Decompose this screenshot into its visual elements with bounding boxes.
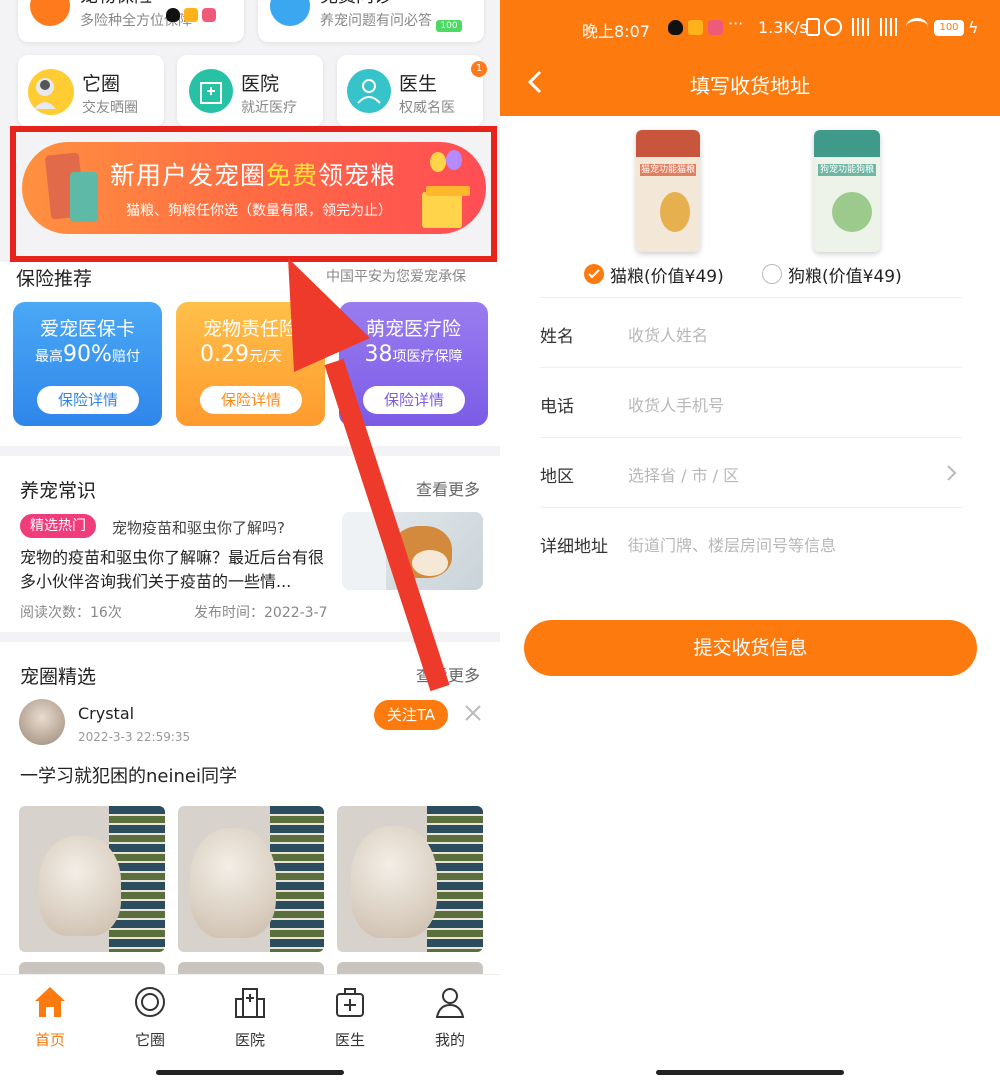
- more-dots-icon: ···: [728, 14, 744, 33]
- chevron-right-icon: [944, 464, 958, 482]
- page-title: 填写收货地址: [690, 74, 810, 98]
- right-screen: 晚上8:07 ··· 1.3K/s 100 ϟ 填写收货地址 猫宠功能猫粮 狗宠…: [500, 0, 1000, 1083]
- battery-icon: 100: [934, 20, 964, 36]
- app-notify-icon: [688, 20, 703, 35]
- bluetooth-icon: [806, 18, 820, 36]
- pointer-arrow: [288, 258, 450, 692]
- product-label: 猫粮(价值¥49): [610, 267, 724, 287]
- status-time: 晚上8:07: [582, 22, 650, 41]
- app-notify-icon-2: [708, 20, 723, 35]
- product-label: 狗粮(价值¥49): [788, 267, 902, 287]
- radio-checked-icon[interactable]: [584, 264, 604, 284]
- field-label: 电话: [540, 397, 574, 417]
- address-input[interactable]: 街道门牌、楼层房间号等信息: [628, 532, 836, 556]
- alarm-icon: [824, 18, 842, 36]
- name-input[interactable]: 收货人姓名: [628, 322, 708, 346]
- signal-icon: [848, 18, 872, 36]
- field-label: 地区: [540, 467, 574, 487]
- form-row-name[interactable]: 姓名 收货人姓名: [540, 298, 962, 368]
- dog-food-bag-image[interactable]: 狗宠功能狗粮: [814, 130, 880, 252]
- field-label: 详细地址: [540, 537, 608, 557]
- network-speed: 1.3K/s: [758, 18, 808, 37]
- form-row-address[interactable]: 详细地址 街道门牌、楼层房间号等信息: [540, 508, 962, 578]
- wifi-icon: [906, 18, 928, 36]
- signal-icon-2: [876, 18, 900, 36]
- form-row-phone[interactable]: 电话 收货人手机号: [540, 368, 962, 438]
- left-screen: 宠物保险 多险种全方位保障 免费问诊 养宠问题有问必答 100 它圈 交友晒圈 …: [0, 0, 500, 1083]
- charging-icon: ϟ: [968, 18, 979, 37]
- field-label: 姓名: [540, 327, 574, 347]
- submit-button[interactable]: 提交收货信息: [524, 620, 977, 676]
- qq-icon: [668, 20, 683, 35]
- form-row-region[interactable]: 地区 选择省 / 市 / 区: [540, 438, 962, 508]
- region-select[interactable]: 选择省 / 市 / 区: [628, 462, 739, 486]
- radio-unchecked-icon[interactable]: [762, 264, 782, 284]
- cat-food-bag-image[interactable]: 猫宠功能猫粮: [636, 130, 700, 252]
- phone-input[interactable]: 收货人手机号: [628, 392, 724, 416]
- gesture-bar: [656, 1070, 844, 1075]
